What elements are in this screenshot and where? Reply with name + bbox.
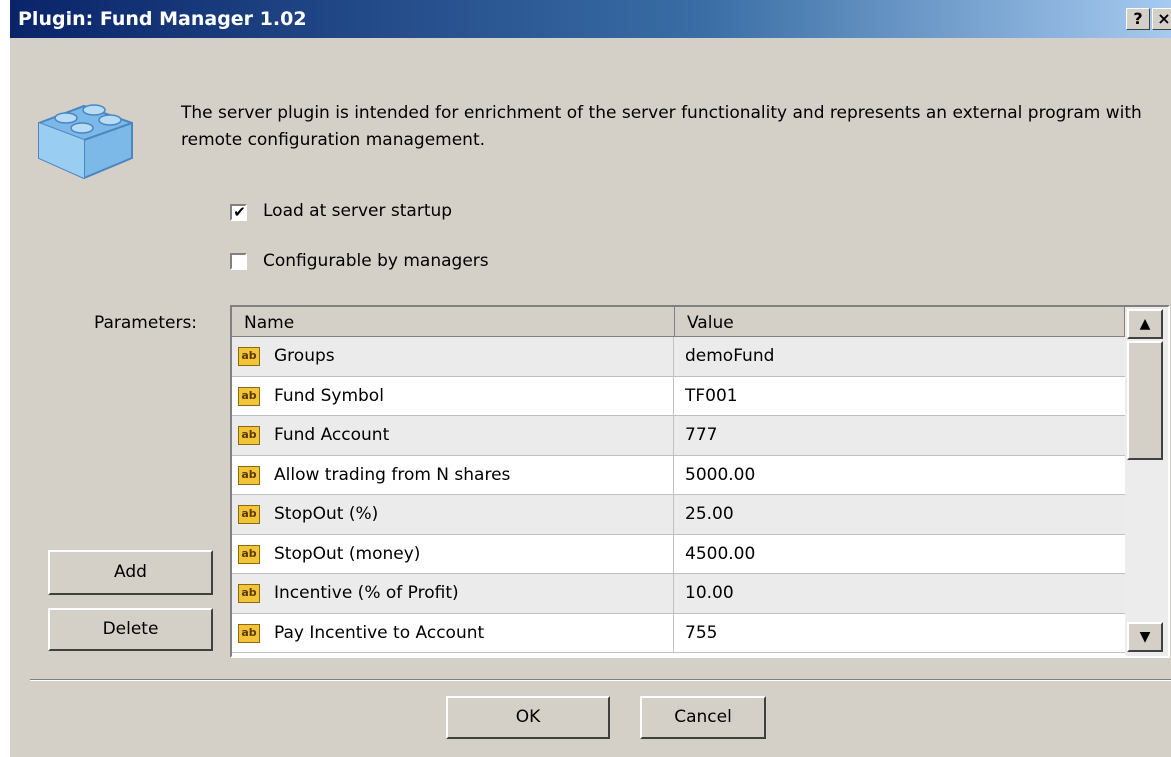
configurable-by-managers-checkbox[interactable] xyxy=(230,253,247,270)
param-name: Groups xyxy=(274,346,335,366)
param-value[interactable]: 10.00 xyxy=(675,574,1125,614)
param-name: Pay Incentive to Account xyxy=(274,622,485,643)
table-row[interactable]: ab Fund Symbol TF001 xyxy=(232,376,1125,417)
lego-brick-icon xyxy=(38,104,133,180)
param-name: Allow trading from N shares xyxy=(274,464,511,485)
param-name-cell[interactable]: ab StopOut (%) xyxy=(232,495,674,535)
text-param-icon: ab xyxy=(238,584,260,603)
text-param-icon: ab xyxy=(238,623,260,643)
text-param-icon: ab xyxy=(238,347,260,366)
text-param-icon: ab xyxy=(238,426,260,445)
configurable-by-managers-label[interactable]: Configurable by managers xyxy=(263,251,489,271)
param-value[interactable]: 5000.00 xyxy=(675,456,1125,496)
param-name-cell[interactable]: ab Incentive (% of Profit) xyxy=(232,574,674,614)
table-header: Name Value xyxy=(232,307,1125,337)
load-at-startup-label[interactable]: Load at server startup xyxy=(263,201,452,221)
table-row[interactable]: ab Pay Incentive to Account 755 xyxy=(232,613,1125,654)
table-row[interactable]: ab Allow trading from N shares 5000.00 xyxy=(232,455,1125,496)
param-value[interactable]: 755 xyxy=(675,614,1125,654)
table-row[interactable]: ab StopOut (money) 4500.00 xyxy=(232,534,1125,575)
param-value[interactable]: TF001 xyxy=(675,377,1125,417)
close-button[interactable]: × xyxy=(1152,8,1171,30)
table-row[interactable]: ab Fund Account 777 xyxy=(232,416,1125,456)
param-name: Fund Account xyxy=(274,425,390,445)
window-title: Plugin: Fund Manager 1.02 xyxy=(18,8,307,30)
table-row[interactable]: ab StopOut (%) 25.00 xyxy=(232,495,1125,535)
help-button[interactable]: ? xyxy=(1126,8,1150,30)
text-param-icon: ab xyxy=(238,544,260,564)
ok-button[interactable]: OK xyxy=(446,696,610,739)
param-name-cell[interactable]: ab Pay Incentive to Account xyxy=(232,613,674,653)
column-header-name[interactable]: Name xyxy=(232,307,675,337)
column-header-value[interactable]: Value xyxy=(675,307,1125,337)
load-at-startup-checkbox[interactable]: ✔ xyxy=(230,203,247,221)
plugin-dialog: Plugin: Fund Manager 1.02 ? × The server… xyxy=(10,0,1171,757)
param-name: StopOut (%) xyxy=(274,504,379,524)
param-name-cell[interactable]: ab StopOut (money) xyxy=(232,534,674,574)
cancel-button[interactable]: Cancel xyxy=(640,696,766,739)
param-value[interactable]: demoFund xyxy=(675,337,1125,377)
param-name-cell[interactable]: ab Fund Symbol xyxy=(232,376,674,416)
arrow-down-icon[interactable]: ▼ xyxy=(1127,622,1163,652)
title-bar: Plugin: Fund Manager 1.02 ? × xyxy=(10,0,1171,38)
text-param-icon: ab xyxy=(238,465,260,485)
param-value[interactable]: 777 xyxy=(675,416,1125,456)
delete-button[interactable]: Delete xyxy=(48,608,213,651)
checkmark-icon: ✔ xyxy=(233,203,246,221)
param-value[interactable]: 25.00 xyxy=(675,495,1125,535)
param-name: Fund Symbol xyxy=(274,385,384,406)
text-param-icon: ab xyxy=(238,386,260,406)
table-body: ab Groups demoFund ab Fund Symbol TF001 ab Fund… xyxy=(232,337,1125,653)
parameters-table[interactable]: Name Value ab Groups demoFund ab Fund Symbol… xyxy=(230,305,1170,658)
param-name: Incentive (% of Profit) xyxy=(274,583,459,603)
separator xyxy=(30,679,1171,681)
vertical-scrollbar[interactable]: ▲ ▼ xyxy=(1125,307,1168,656)
param-name-cell[interactable]: ab Allow trading from N shares xyxy=(232,455,674,495)
add-button[interactable]: Add xyxy=(48,550,213,595)
table-row[interactable]: ab Incentive (% of Profit) 10.00 xyxy=(232,574,1125,614)
parameters-label: Parameters: xyxy=(94,313,198,333)
plugin-description: The server plugin is intended for enrich… xyxy=(181,103,1142,150)
param-name-cell[interactable]: ab Fund Account xyxy=(232,416,674,456)
table-row[interactable]: ab Groups demoFund xyxy=(232,337,1125,377)
scroll-thumb[interactable] xyxy=(1127,341,1163,460)
text-param-icon: ab xyxy=(238,505,260,524)
param-name: StopOut (money) xyxy=(274,543,421,564)
arrow-up-icon[interactable]: ▲ xyxy=(1127,309,1163,339)
param-name-cell[interactable]: ab Groups xyxy=(232,337,674,377)
param-value[interactable]: 4500.00 xyxy=(675,535,1125,575)
